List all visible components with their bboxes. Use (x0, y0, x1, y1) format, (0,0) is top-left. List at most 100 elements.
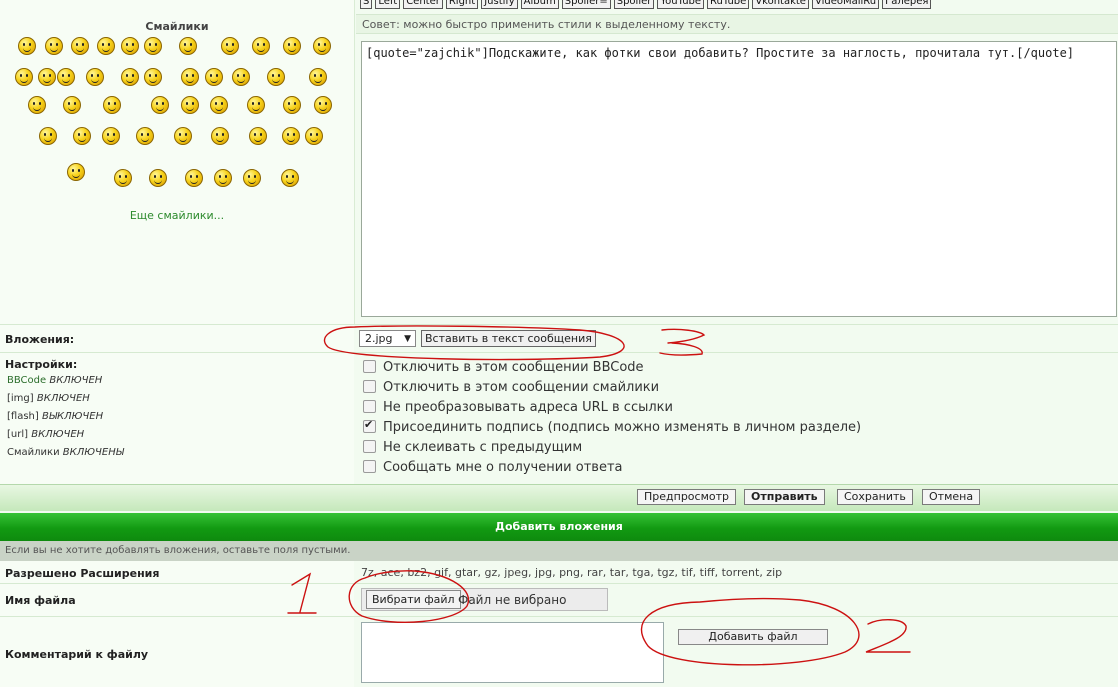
settings-option[interactable]: Отключить в этом сообщении BBCode (363, 360, 644, 375)
toolbar-button[interactable]: VideoMailRu (811, 0, 880, 9)
divider (0, 583, 1118, 584)
settings-option[interactable]: Не склеивать с предыдущим (363, 440, 582, 455)
settings-option[interactable]: Присоединить подпись (подпись можно изме… (363, 418, 861, 435)
smiley-icon[interactable] (313, 37, 331, 55)
toolbar-button[interactable]: S (360, 0, 373, 9)
cancel-button[interactable]: Отмена (922, 489, 981, 505)
smiley-icon[interactable] (144, 68, 162, 86)
attachment-file-select[interactable]: 2.jpg ▼ (359, 330, 416, 347)
smiley-icon[interactable] (309, 68, 327, 86)
settings-status-item: [url] ВКЛЮЧЕН (7, 429, 84, 440)
toolbar-button[interactable]: Left (375, 0, 401, 9)
message-textarea[interactable]: [quote="zajchik"]Подскажите, как фотки с… (361, 41, 1117, 317)
smiley-icon[interactable] (67, 163, 85, 181)
smiley-icon[interactable] (28, 96, 46, 114)
checkbox-checked-icon[interactable] (363, 418, 376, 433)
attachment-file-select-value: 2.jpg (365, 332, 393, 345)
toolbar-button[interactable]: Justify (481, 0, 518, 9)
smiley-icon[interactable] (136, 127, 154, 145)
settings-status-state: ВКЛЮЧЕНЫ (62, 447, 124, 458)
settings-status-name: BBCode (7, 375, 47, 386)
smiley-icon[interactable] (232, 68, 250, 86)
toolbar-button[interactable]: Vkontakte (752, 0, 809, 9)
checkbox-icon[interactable] (363, 400, 376, 413)
smiley-icon[interactable] (57, 68, 75, 86)
smiley-icon[interactable] (45, 37, 63, 55)
settings-left-column (0, 325, 354, 485)
smiley-icon[interactable] (15, 68, 33, 86)
settings-status-item: [flash] ВЫКЛЮЧЕН (7, 411, 103, 422)
settings-option-label: Не склеивать с предыдущим (383, 440, 583, 455)
smiley-icon[interactable] (73, 127, 91, 145)
choose-file-button[interactable]: Вибрати файл (366, 590, 461, 609)
smiley-icon[interactable] (103, 96, 121, 114)
toolbar-button[interactable]: Spoiler= (561, 0, 611, 9)
settings-option[interactable]: Отключить в этом сообщении смайлики (363, 380, 659, 395)
file-comment-textarea[interactable] (361, 622, 664, 683)
smiley-icon[interactable] (205, 68, 223, 86)
smiley-icon[interactable] (249, 127, 267, 145)
smiley-icon[interactable] (121, 68, 139, 86)
toolbar-button[interactable]: RuTube (707, 0, 750, 9)
settings-status-state: ВКЛЮЧЕН (49, 375, 103, 386)
smiley-icon[interactable] (221, 37, 239, 55)
toolbar-button[interactable]: Album (520, 0, 559, 9)
add-file-button[interactable]: Добавить файл (678, 629, 828, 645)
smiley-icon[interactable] (283, 96, 301, 114)
bbcode-toolbar: S Left Center Right Justify Album Spoiler= Spoi… (360, 0, 934, 9)
smiley-icon[interactable] (211, 127, 229, 145)
smiley-icon[interactable] (181, 68, 199, 86)
checkbox-icon[interactable] (363, 440, 376, 453)
toolbar-button[interactable]: Center (403, 0, 443, 9)
checkbox-icon[interactable] (363, 380, 376, 393)
smiley-icon[interactable] (281, 169, 299, 187)
smiley-icon[interactable] (97, 37, 115, 55)
smiley-icon[interactable] (121, 37, 139, 55)
add-attachments-header: Добавить вложения (0, 513, 1118, 541)
settings-status-item: BBCode ВКЛЮЧЕН (7, 375, 102, 386)
smiley-icon[interactable] (283, 37, 301, 55)
smiley-icon[interactable] (243, 169, 261, 187)
smiley-icon[interactable] (144, 37, 162, 55)
toolbar-button[interactable]: YouTube (657, 0, 705, 9)
smiley-icon[interactable] (86, 68, 104, 86)
smiley-icon[interactable] (185, 169, 203, 187)
toolbar-button[interactable]: Right (445, 0, 479, 9)
smiley-icon[interactable] (247, 96, 265, 114)
smiley-icon[interactable] (210, 96, 228, 114)
divider (0, 616, 1118, 617)
smiley-icon[interactable] (18, 37, 36, 55)
toolbar-button[interactable]: Spoiler (613, 0, 655, 9)
insert-into-message-button[interactable]: Вставить в текст сообщения (421, 330, 596, 347)
settings-option[interactable]: Сообщать мне о получении ответа (363, 460, 623, 475)
smiley-icon[interactable] (174, 127, 192, 145)
more-smileys-link[interactable]: Еще смайлики... (0, 209, 354, 222)
save-button[interactable]: Сохранить (837, 489, 913, 505)
smiley-icon[interactable] (63, 96, 81, 114)
settings-status-name: [url] (7, 429, 29, 440)
smiley-icon[interactable] (252, 37, 270, 55)
smiley-icon[interactable] (114, 169, 132, 187)
smiley-icon[interactable] (282, 127, 300, 145)
checkbox-icon[interactable] (363, 360, 376, 373)
toolbar-button[interactable]: Галерея (882, 0, 932, 9)
smiley-icon[interactable] (314, 96, 332, 114)
preview-button[interactable]: Предпросмотр (637, 489, 736, 505)
smiley-icon[interactable] (39, 127, 57, 145)
smiley-icon[interactable] (38, 68, 56, 86)
smiley-icon[interactable] (71, 37, 89, 55)
smiley-icon[interactable] (179, 37, 197, 55)
smiley-icon[interactable] (214, 169, 232, 187)
smiley-icon[interactable] (151, 96, 169, 114)
submit-button[interactable]: Отправить (744, 489, 825, 505)
smiley-icon[interactable] (305, 127, 323, 145)
smiley-icon[interactable] (267, 68, 285, 86)
smiley-icon[interactable] (181, 96, 199, 114)
settings-status-item: [img] ВКЛЮЧЕН (7, 393, 90, 404)
smiley-icon[interactable] (102, 127, 120, 145)
smiley-icon[interactable] (149, 169, 167, 187)
settings-status-state: ВКЛЮЧЕН (31, 429, 85, 440)
settings-option[interactable]: Не преобразовывать адреса URL в ссылки (363, 400, 673, 415)
settings-status-name: [flash] (7, 411, 39, 422)
checkbox-icon[interactable] (363, 460, 376, 473)
